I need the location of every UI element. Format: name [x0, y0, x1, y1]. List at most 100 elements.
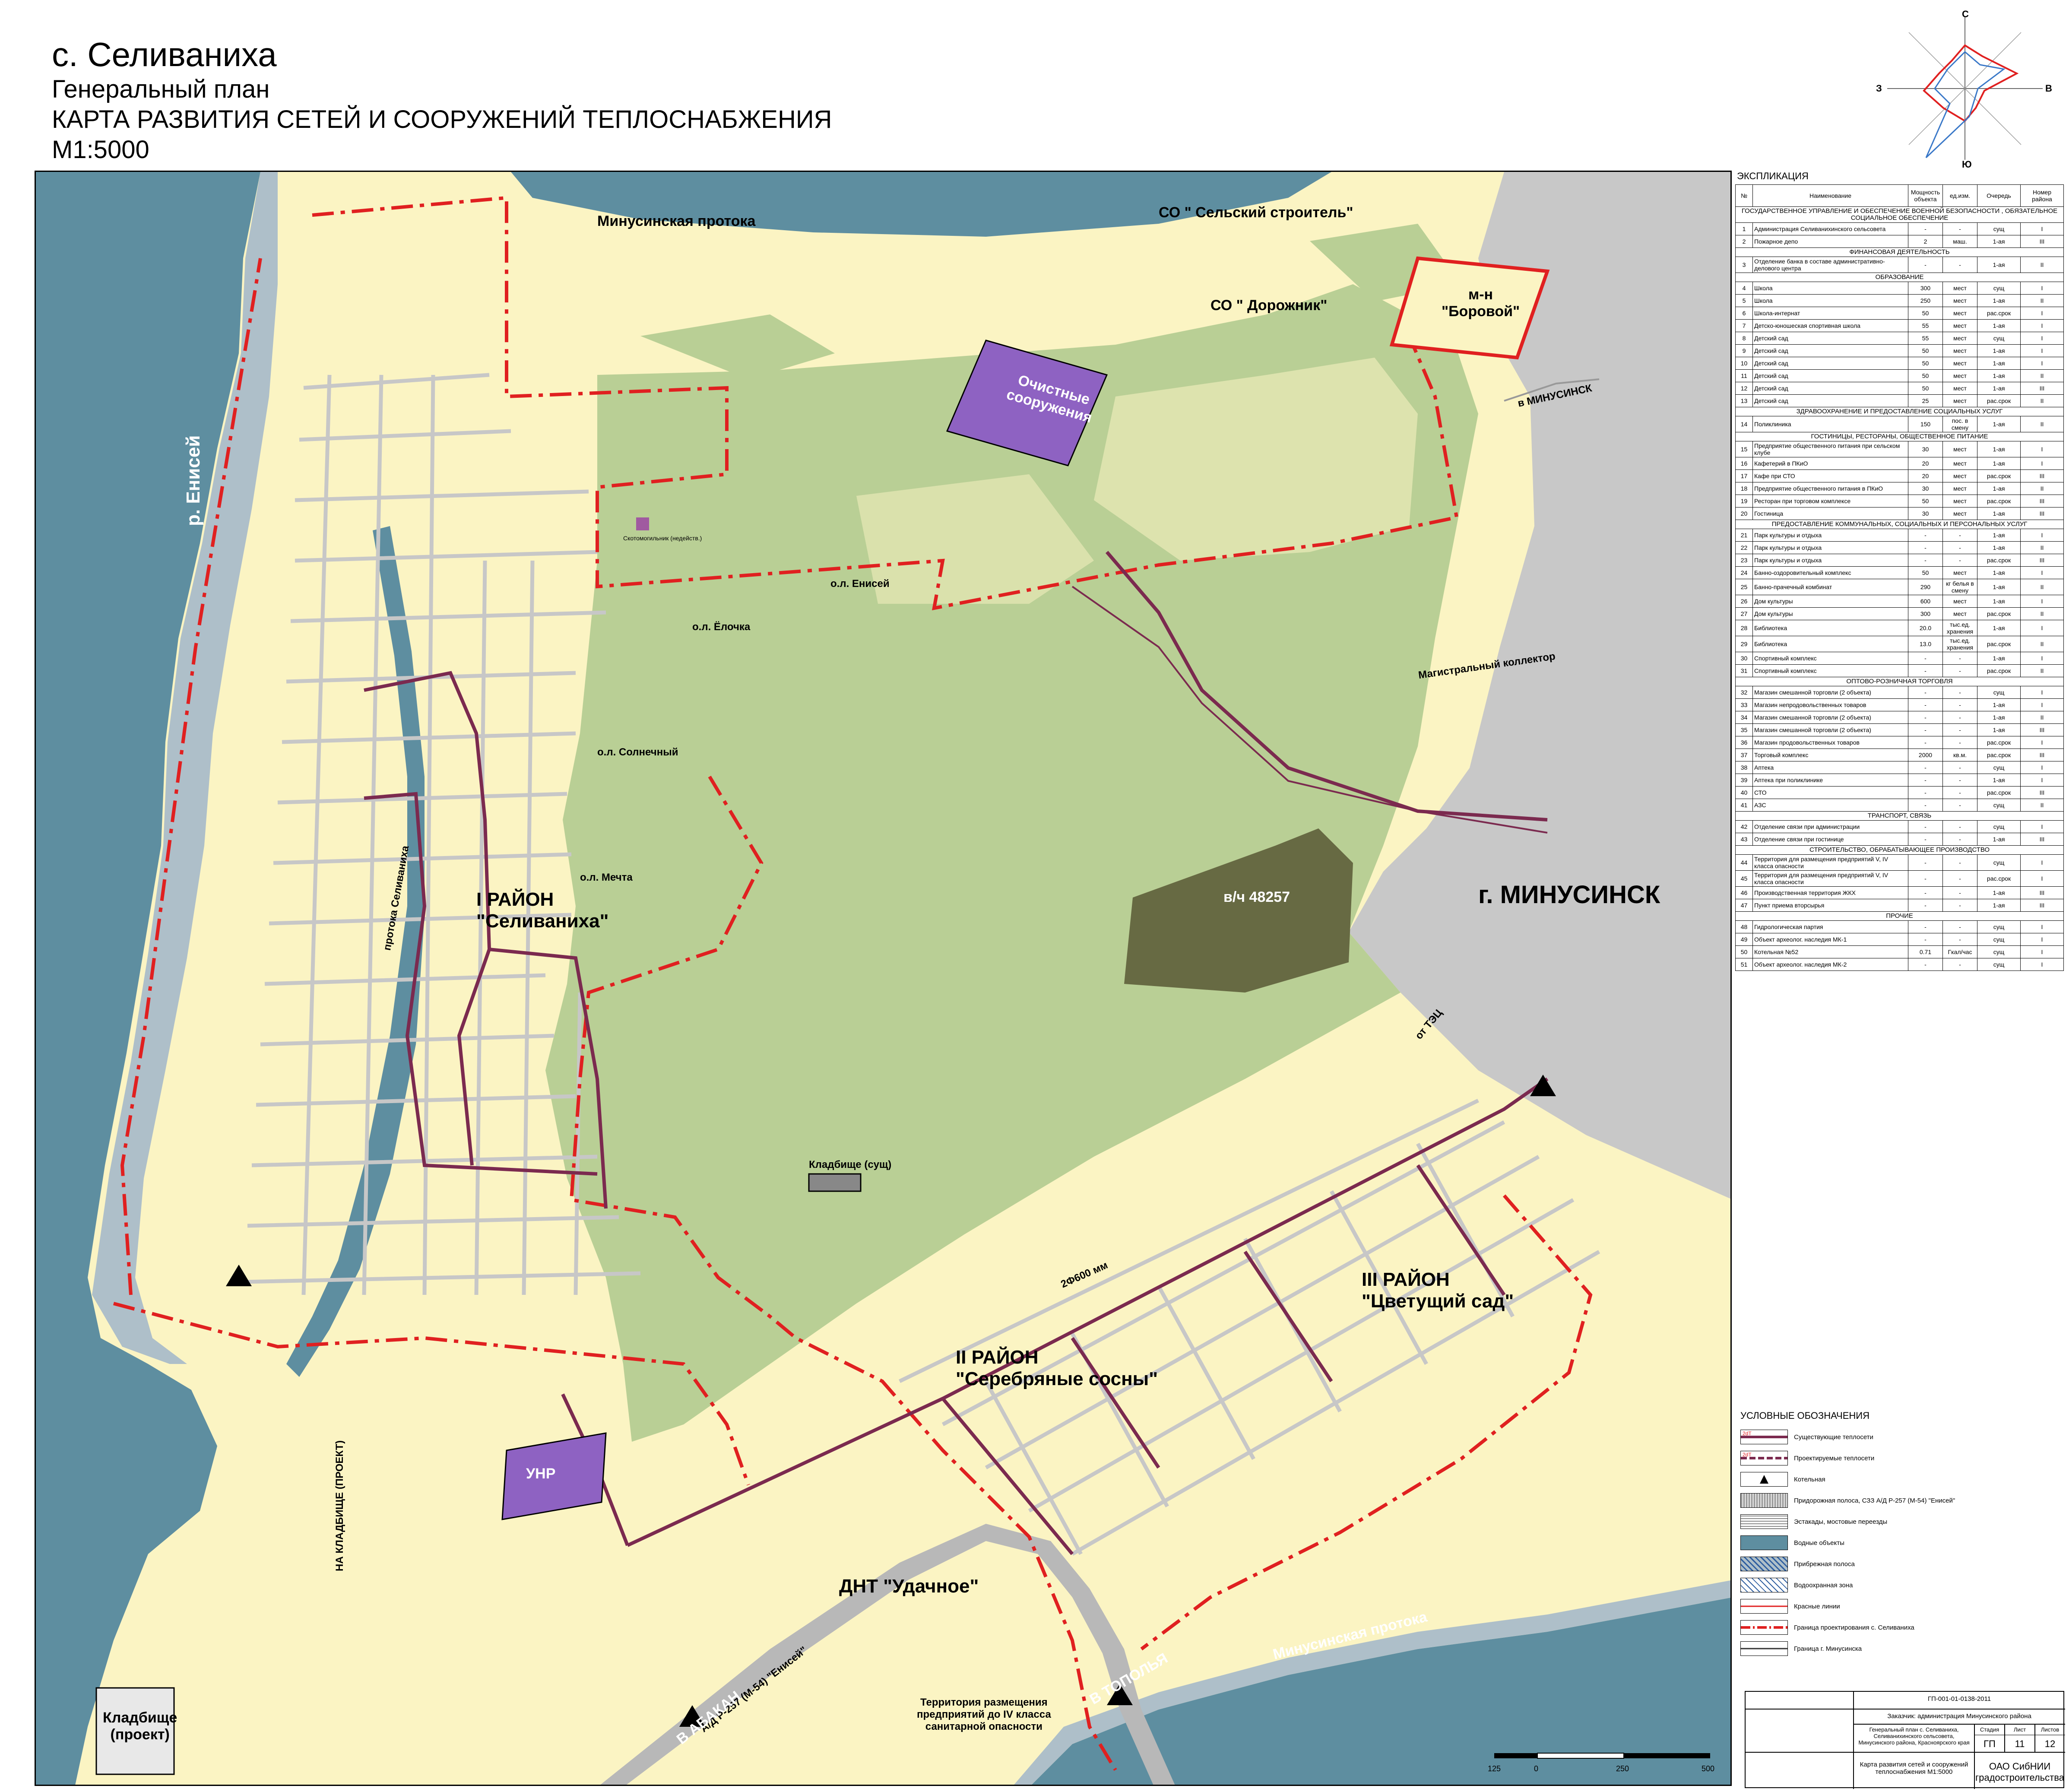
explication-cell: кв.м.	[1942, 749, 1977, 761]
explication-cell: 25	[1908, 394, 1943, 407]
label-mn-borovoy: м-н "Боровой"	[1442, 286, 1520, 320]
explication-cell: I	[2020, 344, 2064, 357]
explication-section-row: ОБРАЗОВАНИЕ	[1735, 273, 2064, 282]
explication-row: 1 Администрация Селиванихинского сельсове…	[1735, 222, 2064, 235]
explication-cell: -	[1908, 652, 1943, 665]
explication-cell: Детский сад	[1752, 344, 1908, 357]
explication-cell: 2	[1735, 235, 1753, 248]
explication-cell: Библиотека	[1752, 636, 1908, 652]
explication-cell: 22	[1735, 541, 1753, 554]
explication-cell: -	[1942, 257, 1977, 273]
explication-cell: Школа-интернат	[1752, 307, 1908, 320]
explication-cell: 37	[1735, 749, 1753, 761]
explication-cell: 25	[1735, 579, 1753, 595]
explication-cell: 42	[1735, 820, 1753, 833]
explication-cell: мест	[1942, 595, 1977, 608]
explication-cell: II	[2020, 607, 2064, 620]
explication-cell: сущ	[1977, 799, 2021, 812]
explication-section-title: СТРОИТЕЛЬСТВО, ОБРАБАТЫВАЮЩЕЕ ПРОИЗВОДСТ…	[1735, 845, 2064, 855]
explication-cell: I	[2020, 920, 2064, 933]
explication-header-cell: Мощность объекта	[1908, 184, 1943, 207]
explication-cell: 23	[1735, 554, 1753, 567]
explication-cell: I	[2020, 958, 2064, 971]
explication-row: 42 Отделение связи при администрации - - сущ…	[1735, 820, 2064, 833]
explication-cell: 20.0	[1908, 620, 1943, 636]
stamp-sheet: 11	[2015, 1738, 2025, 1749]
explication-row: 2 Пожарное депо 2 маш. 1-ая III	[1735, 235, 2064, 248]
explication-cell: 50	[1908, 566, 1943, 579]
explication-cell: Банно-прачечный комбинат	[1752, 579, 1908, 595]
legend-item-waterprotect: Водоохранная зона	[1740, 1577, 2060, 1593]
explication-cell: сущ	[1977, 686, 2021, 699]
explication-cell: 8	[1735, 332, 1753, 345]
explication-row: 49 Объект археолог. наследия МК-1- - сущ I	[1735, 933, 2064, 946]
explication-row: 3 Отделение банка в составе административ…	[1735, 257, 2064, 273]
explication-cell: I	[2020, 736, 2064, 749]
explication-cell: 50	[1908, 307, 1943, 320]
explication-cell: -	[1908, 554, 1943, 567]
plan-title: Генеральный план	[52, 75, 270, 103]
explication-cell: 32	[1735, 686, 1753, 699]
explication-row: 12 Детский сад 50 мест 1-ая III	[1735, 382, 2064, 395]
explication-cell: мест	[1942, 369, 1977, 382]
explication-cell: сущ	[1977, 958, 2021, 971]
explication-cell: -	[1942, 886, 1977, 899]
explication-row: 26 Дом культуры 600 мест 1-ая I	[1735, 595, 2064, 608]
explication-cell: тыс.ед. хранения	[1942, 620, 1977, 636]
explication-cell: Объект археолог. наследия МК-1	[1752, 933, 1908, 946]
explication-cell: 1-ая	[1977, 833, 2021, 846]
explication-section-title: ПРЕДОСТАВЛЕНИЕ КОММУНАЛЬНЫХ, СОЦИАЛЬНЫХ …	[1735, 520, 2064, 529]
explication-cell: II	[2020, 416, 2064, 432]
explication-row: 19 Ресторан при торговом комплексе 50 мест р…	[1735, 495, 2064, 507]
explication-cell: 50	[1908, 344, 1943, 357]
explication-cell: 20	[1735, 507, 1753, 520]
legend-item-label: Придорожная полоса, СЗЗ А/Д Р-257 (М-54)…	[1794, 1497, 1955, 1504]
cattle-burial-marker	[636, 517, 649, 530]
explication-cell: -	[1908, 799, 1943, 812]
explication-cell: I	[2020, 595, 2064, 608]
stamp-organization: ОАО СибНИИ градостроительства	[1975, 1761, 2064, 1783]
explication-cell: -	[1908, 664, 1943, 677]
explication-cell: рас.срок	[1977, 786, 2021, 799]
explication-cell: III	[2020, 507, 2064, 520]
explication-cell: 1-ая	[1977, 529, 2021, 542]
explication-cell: -	[1908, 774, 1943, 787]
explication-cell: 49	[1735, 933, 1753, 946]
explication-row: 32 Магазин смешанной торговли (2 объекта)…	[1735, 686, 2064, 699]
explication-cell: 5	[1735, 294, 1753, 307]
explication-cell: I	[2020, 529, 2064, 542]
explication-cell: Отделение связи при гостинице	[1752, 833, 1908, 846]
explication-cell: I	[2020, 945, 2064, 958]
explication-row: 41 АЗС - - сущ II	[1735, 799, 2064, 812]
title-stamp: ГП-001-01-0138-2011 Заказчик: администра…	[1745, 1691, 2065, 1789]
explication-cell: кг белья в смену	[1942, 579, 1977, 595]
wind-rose-icon	[1887, 17, 2043, 160]
explication-cell: 16	[1735, 457, 1753, 470]
explication-cell: 31	[1735, 664, 1753, 677]
explication-row: 22 Парк культуры и отдыха - -1-ая II	[1735, 541, 2064, 554]
legend-item-label: Эстакады, мостовые переезды	[1794, 1518, 1888, 1526]
explication-cell: Детский сад	[1752, 382, 1908, 395]
explication-cell: I	[2020, 566, 2064, 579]
explication-section-row: СТРОИТЕЛЬСТВО, ОБРАБАТЫВАЮЩЕЕ ПРОИЗВОДСТ…	[1735, 845, 2064, 855]
explication-cell: Детский сад	[1752, 357, 1908, 370]
explication-cell: мест	[1942, 282, 1977, 295]
explication-cell: 1-ая	[1977, 257, 2021, 273]
explication-row: 14 Поликлиника 150 пос. в смену 1-ая II	[1735, 416, 2064, 432]
explication-cell: 1-ая	[1977, 652, 2021, 665]
explication-cell: I	[2020, 698, 2064, 711]
explication-cell: 20	[1908, 469, 1943, 482]
explication-cell: III	[2020, 235, 2064, 248]
explication-cell: Аптека	[1752, 761, 1908, 774]
explication-cell: 45	[1735, 870, 1753, 887]
explication-cell: 55	[1908, 319, 1943, 332]
explication-section-title: ГОСТИНИЦЫ, РЕСТОРАНЫ, ОБЩЕСТВЕННОЕ ПИТАН…	[1735, 432, 2064, 441]
explication-cell: 44	[1735, 854, 1753, 871]
explication-cell: мест	[1942, 566, 1977, 579]
explication-cell: Объект археолог. наследия МК-2	[1752, 958, 1908, 971]
explication-cell: I	[2020, 222, 2064, 235]
explication-section-row: ГОСУДАРСТВЕННОЕ УПРАВЛЕНИЕ И ОБЕСПЕЧЕНИЕ…	[1735, 206, 2064, 223]
explication-cell: сущ	[1977, 933, 2021, 946]
explication-row: 7 Детско-юношеская спортивная школа 55 мест…	[1735, 319, 2064, 332]
explication-row: 36 Магазин продовольственных товаров - - рас…	[1735, 736, 2064, 749]
